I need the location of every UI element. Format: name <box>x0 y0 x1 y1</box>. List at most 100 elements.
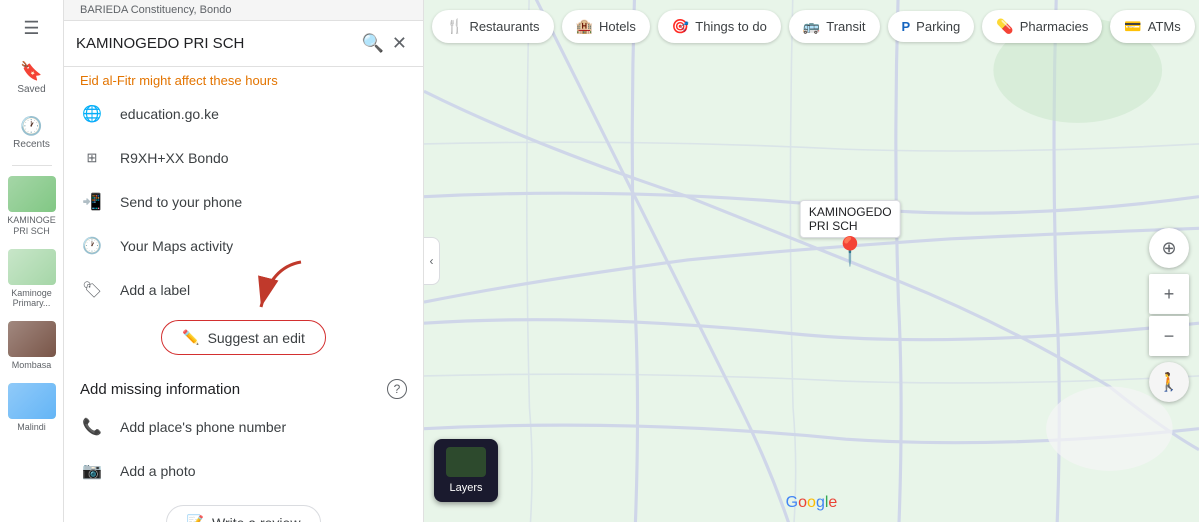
person-button[interactable]: 🚶 <box>1149 362 1189 402</box>
send-text: Send to your phone <box>120 194 242 210</box>
marker-label: KAMINOGEDOPRI SCH <box>800 200 901 238</box>
kaminoge-primary-label: Kaminoge Primary... <box>4 288 59 310</box>
malindi-thumb-img <box>8 383 56 419</box>
nav-menu-button[interactable]: ☰ <box>0 10 63 49</box>
nav-kaminoge-pri[interactable]: KAMINOGE PRI SCH <box>0 172 63 241</box>
location-button[interactable]: ⊕ <box>1149 228 1189 268</box>
location-icon: ⊕ <box>1161 238 1176 259</box>
kaminoge-pri-thumb-img <box>8 176 56 212</box>
help-icon[interactable]: ? <box>387 379 407 399</box>
tab-parking[interactable]: P Parking <box>888 11 975 42</box>
mombasa-label: Mombasa <box>12 360 52 371</box>
map-top-bar: 🍴 Restaurants 🏨 Hotels 🎯 Things to do 🚌 … <box>424 0 1199 52</box>
tab-restaurants[interactable]: 🍴 Restaurants <box>432 10 554 43</box>
pharmacies-icon: 💊 <box>996 18 1013 35</box>
atms-label: ATMs <box>1148 19 1181 34</box>
hotels-label: Hotels <box>599 19 636 34</box>
transit-icon: 🚌 <box>803 18 820 35</box>
chevron-left-icon: ‹ <box>430 254 434 268</box>
map-pin-icon: 📍 <box>833 238 868 266</box>
minus-icon: − <box>1164 326 1175 347</box>
collapse-panel-button[interactable]: ‹ <box>424 237 440 285</box>
breadcrumb-text: BARIEDA Constituency, Bondo <box>80 4 231 16</box>
eid-notice: Eid al-Fitr might affect these hours <box>64 67 423 92</box>
kaminoge-primary-thumbnail <box>8 249 56 285</box>
menu-item-activity[interactable]: 🕐 Your Maps activity <box>64 224 423 268</box>
search-panel: BARIEDA Constituency, Bondo 🔍 ✕ Eid al-F… <box>64 0 424 522</box>
search-button[interactable]: 🔍 <box>357 29 387 58</box>
globe-icon: 🌐 <box>80 102 104 126</box>
things-to-do-label: Things to do <box>695 19 767 34</box>
photo-text: Add a photo <box>120 463 196 479</box>
suggest-edit-button[interactable]: ✏️ Suggest an edit <box>161 320 326 355</box>
edit-pencil-icon: ✏️ <box>182 329 199 346</box>
nav-saved[interactable]: 🔖 Saved <box>0 53 63 104</box>
menu-item-phone[interactable]: 📞 Add place's phone number <box>64 405 423 449</box>
suggest-edit-container: ✏️ Suggest an edit <box>64 312 423 367</box>
restaurants-icon: 🍴 <box>446 18 463 35</box>
mombasa-thumb-img <box>8 321 56 357</box>
search-input[interactable] <box>76 35 357 52</box>
nav-mombasa[interactable]: Mombasa <box>0 317 63 375</box>
activity-icon: 🕐 <box>80 234 104 258</box>
tab-pharmacies[interactable]: 💊 Pharmacies <box>982 10 1102 43</box>
write-review-button[interactable]: 📝 Write a review <box>166 505 322 522</box>
layers-label: Layers <box>449 482 482 494</box>
nav-kaminoge-primary[interactable]: Kaminoge Primary... <box>0 245 63 314</box>
menu-item-photo[interactable]: 📷 Add a photo <box>64 449 423 493</box>
menu-item-website[interactable]: 🌐 education.go.ke <box>64 92 423 136</box>
restaurants-label: Restaurants <box>469 19 539 34</box>
close-button[interactable]: ✕ <box>388 29 411 58</box>
phone-text: Add place's phone number <box>120 419 286 435</box>
activity-text: Your Maps activity <box>120 238 233 254</box>
nav-divider <box>12 165 52 166</box>
map-controls: ⊕ + − 🚶 <box>1149 228 1189 402</box>
add-missing-header: Add missing information ? <box>64 367 423 405</box>
things-to-do-icon: 🎯 <box>672 18 689 35</box>
nav-recents[interactable]: 🕐 Recents <box>0 108 63 159</box>
search-bar: 🔍 ✕ <box>64 21 423 67</box>
kaminoge-primary-thumb-img <box>8 249 56 285</box>
label-icon: 🏷 <box>80 278 104 302</box>
pharmacies-label: Pharmacies <box>1020 19 1089 34</box>
write-review-label: Write a review <box>212 515 300 522</box>
parking-icon: P <box>902 19 911 34</box>
label-text: Add a label <box>120 282 190 298</box>
tab-things-to-do[interactable]: 🎯 Things to do <box>658 10 781 43</box>
kaminoge-pri-thumbnail <box>8 176 56 212</box>
menu-item-pluscode[interactable]: ⊞ R9XH+XX Bondo <box>64 136 423 180</box>
malindi-thumbnail <box>8 383 56 419</box>
zoom-out-button[interactable]: − <box>1149 316 1189 356</box>
pegman-icon: 🚶 <box>1158 372 1180 393</box>
recents-icon: 🕐 <box>20 116 42 137</box>
search-icon: 🔍 <box>361 33 383 53</box>
menu-item-send[interactable]: 📲 Send to your phone <box>64 180 423 224</box>
add-missing-title: Add missing information <box>80 381 240 398</box>
tab-transit[interactable]: 🚌 Transit <box>789 10 880 43</box>
tab-atms[interactable]: 💳 ATMs <box>1110 10 1194 43</box>
google-o2: o <box>807 494 816 511</box>
google-logo: Google <box>786 494 838 512</box>
phone-icon: 📞 <box>80 415 104 439</box>
nav-malindi[interactable]: Malindi <box>0 379 63 437</box>
tab-hotels[interactable]: 🏨 Hotels <box>562 10 650 43</box>
zoom-in-button[interactable]: + <box>1149 274 1189 314</box>
map-marker[interactable]: KAMINOGEDOPRI SCH 📍 <box>800 200 901 266</box>
map-area[interactable]: ‹ 🍴 Restaurants 🏨 Hotels 🎯 Things to do … <box>424 0 1199 522</box>
layers-button[interactable]: Layers <box>434 439 498 502</box>
website-text: education.go.ke <box>120 106 219 122</box>
write-review-container: 📝 Write a review <box>64 493 423 522</box>
menu-item-label[interactable]: 🏷 Add a label <box>64 268 423 312</box>
review-icon: 📝 <box>187 514 204 522</box>
eid-notice-text: Eid al-Fitr might affect these hours <box>80 73 278 88</box>
kaminoge-pri-label: KAMINOGE PRI SCH <box>4 215 59 237</box>
hotels-icon: 🏨 <box>576 18 593 35</box>
close-icon: ✕ <box>392 33 407 53</box>
malindi-label: Malindi <box>17 422 46 433</box>
google-g2: g <box>816 494 825 511</box>
mombasa-thumbnail <box>8 321 56 357</box>
bookmark-icon: 🔖 <box>20 61 42 82</box>
pluscode-text: R9XH+XX Bondo <box>120 150 229 166</box>
pluscode-icon: ⊞ <box>80 146 104 170</box>
parking-label: Parking <box>916 19 960 34</box>
